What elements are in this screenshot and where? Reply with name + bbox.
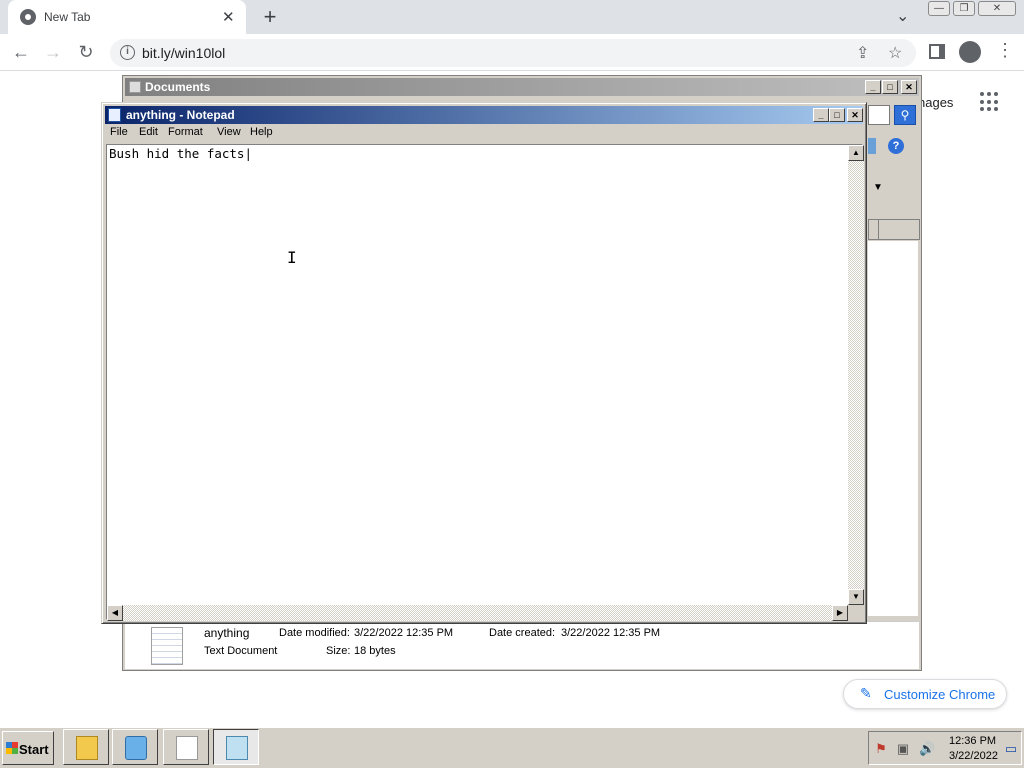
- info-icon[interactable]: i: [120, 45, 135, 60]
- new-tab-button[interactable]: +: [260, 4, 280, 30]
- folder-icon: [129, 81, 141, 93]
- document-taskbar-button[interactable]: [163, 729, 209, 765]
- menu-bar: File Edit Format View Help: [105, 125, 863, 143]
- system-tray: ⚑ ▣ 🔊 12:36 PM 3/22/2022 ▭: [868, 731, 1022, 765]
- file-name: anything: [204, 626, 250, 640]
- maximize-button[interactable]: □: [882, 80, 898, 94]
- column-divider: [878, 219, 879, 240]
- vertical-scrollbar[interactable]: ▲ ▼: [848, 145, 864, 605]
- column-header[interactable]: [868, 219, 920, 240]
- horizontal-scrollbar[interactable]: ◀ ▶: [107, 605, 848, 621]
- images-link[interactable]: nages: [918, 95, 953, 110]
- pencil-icon: ✎: [860, 685, 872, 701]
- file-list: [868, 241, 918, 616]
- notepad-taskbar-button[interactable]: [213, 729, 259, 765]
- minimize-button[interactable]: _: [813, 108, 829, 122]
- file-type: Text Document: [204, 645, 278, 657]
- search-icon[interactable]: ⚲: [894, 105, 916, 125]
- scroll-up-icon[interactable]: ▲: [848, 145, 864, 161]
- explorer-taskbar-button[interactable]: [63, 729, 109, 765]
- media-player-taskbar-button[interactable]: [112, 729, 158, 765]
- close-button[interactable]: ✕: [847, 108, 863, 122]
- folder-icon: [76, 736, 98, 760]
- notepad-title-bar[interactable]: anything - Notepad _ □ ✕: [105, 106, 863, 124]
- text-cursor-icon: I: [287, 248, 297, 267]
- modified-label: Date modified:: [279, 627, 350, 639]
- network-icon[interactable]: ▣: [895, 741, 911, 757]
- chrome-icon: [20, 9, 36, 25]
- documents-title-bar[interactable]: Documents _ □ ✕: [125, 78, 919, 96]
- close-button[interactable]: ✕: [901, 80, 917, 94]
- resize-grip-icon[interactable]: [848, 605, 864, 621]
- minimize-button[interactable]: _: [865, 80, 881, 94]
- side-panel-icon[interactable]: [929, 44, 945, 59]
- menu-edit[interactable]: Edit: [139, 126, 158, 138]
- notepad-title: anything - Notepad: [126, 108, 235, 122]
- help-icon[interactable]: ?: [888, 138, 904, 154]
- text-document-icon: [151, 627, 183, 665]
- menu-help[interactable]: Help: [250, 126, 273, 138]
- url-text[interactable]: bit.ly/win10lol: [142, 45, 225, 61]
- clock-time[interactable]: 12:36 PM: [949, 735, 996, 747]
- tab-new-tab[interactable]: New Tab ✕: [8, 0, 246, 34]
- close-tab-icon[interactable]: ✕: [222, 8, 235, 26]
- profile-avatar-icon[interactable]: [959, 41, 981, 63]
- taskbar: Start ⚑ ▣ 🔊 12:36 PM 3/22/2022 ▭: [0, 726, 1024, 768]
- view-icon[interactable]: [868, 138, 876, 154]
- bookmark-star-icon[interactable]: ☆: [888, 43, 902, 63]
- chevron-down-icon[interactable]: ⌄: [896, 6, 909, 26]
- clock-date[interactable]: 3/22/2022: [949, 750, 998, 762]
- volume-icon[interactable]: 🔊: [919, 741, 935, 757]
- menu-format[interactable]: Format: [168, 126, 203, 138]
- show-desktop-icon[interactable]: ▭: [1003, 741, 1019, 757]
- apps-grid-icon[interactable]: [980, 92, 1000, 112]
- restore-button[interactable]: ❐: [953, 1, 975, 16]
- action-center-icon[interactable]: ⚑: [873, 741, 889, 757]
- media-player-icon: [125, 736, 147, 760]
- notepad-icon: [108, 108, 121, 122]
- notepad-icon: [226, 736, 248, 760]
- size-value: 18 bytes: [354, 645, 396, 657]
- tab-strip: New Tab ✕ + ⌄ — ❐ ✕: [0, 0, 1024, 34]
- tab-title: New Tab: [44, 10, 91, 24]
- share-icon[interactable]: ⇪: [856, 43, 869, 63]
- document-icon: [176, 736, 198, 760]
- customize-chrome-label: Customize Chrome: [884, 687, 996, 702]
- size-label: Size:: [326, 645, 351, 657]
- address-bar[interactable]: i bit.ly/win10lol ⇪ ☆: [110, 39, 916, 67]
- windows-logo-icon: [6, 742, 18, 754]
- start-label: Start: [19, 742, 49, 757]
- reload-icon[interactable]: ↻: [75, 42, 97, 63]
- back-icon[interactable]: ←: [10, 42, 32, 63]
- scroll-left-icon[interactable]: ◀: [107, 605, 123, 621]
- documents-title: Documents: [145, 80, 211, 94]
- scroll-right-icon[interactable]: ▶: [832, 605, 848, 621]
- minimize-button[interactable]: —: [928, 1, 950, 16]
- maximize-button[interactable]: □: [829, 108, 845, 122]
- customize-chrome-button[interactable]: ✎ Customize Chrome: [843, 679, 1007, 709]
- modified-value: 3/22/2022 12:35 PM: [354, 627, 454, 639]
- scroll-down-icon[interactable]: ▼: [848, 589, 864, 605]
- editor-text[interactable]: Bush hid the facts|: [109, 146, 252, 161]
- text-editor[interactable]: Bush hid the facts| ▲ ▼ ◀ ▶: [106, 144, 864, 621]
- menu-file[interactable]: File: [110, 126, 128, 138]
- details-pane: anything Text Document Date modified: 3/…: [125, 621, 919, 669]
- close-button[interactable]: ✕: [978, 1, 1016, 16]
- search-input[interactable]: [868, 105, 890, 125]
- forward-icon[interactable]: →: [42, 42, 64, 63]
- chevron-down-icon[interactable]: ▼: [873, 182, 883, 193]
- start-button[interactable]: Start: [2, 731, 54, 765]
- chrome-menu-icon[interactable]: ⋮: [996, 40, 1014, 61]
- created-label: Date created:: [489, 627, 556, 639]
- created-value: 3/22/2022 12:35 PM: [561, 627, 661, 639]
- menu-view[interactable]: View: [217, 126, 241, 138]
- notepad-window: anything - Notepad _ □ ✕ File Edit Forma…: [101, 102, 867, 624]
